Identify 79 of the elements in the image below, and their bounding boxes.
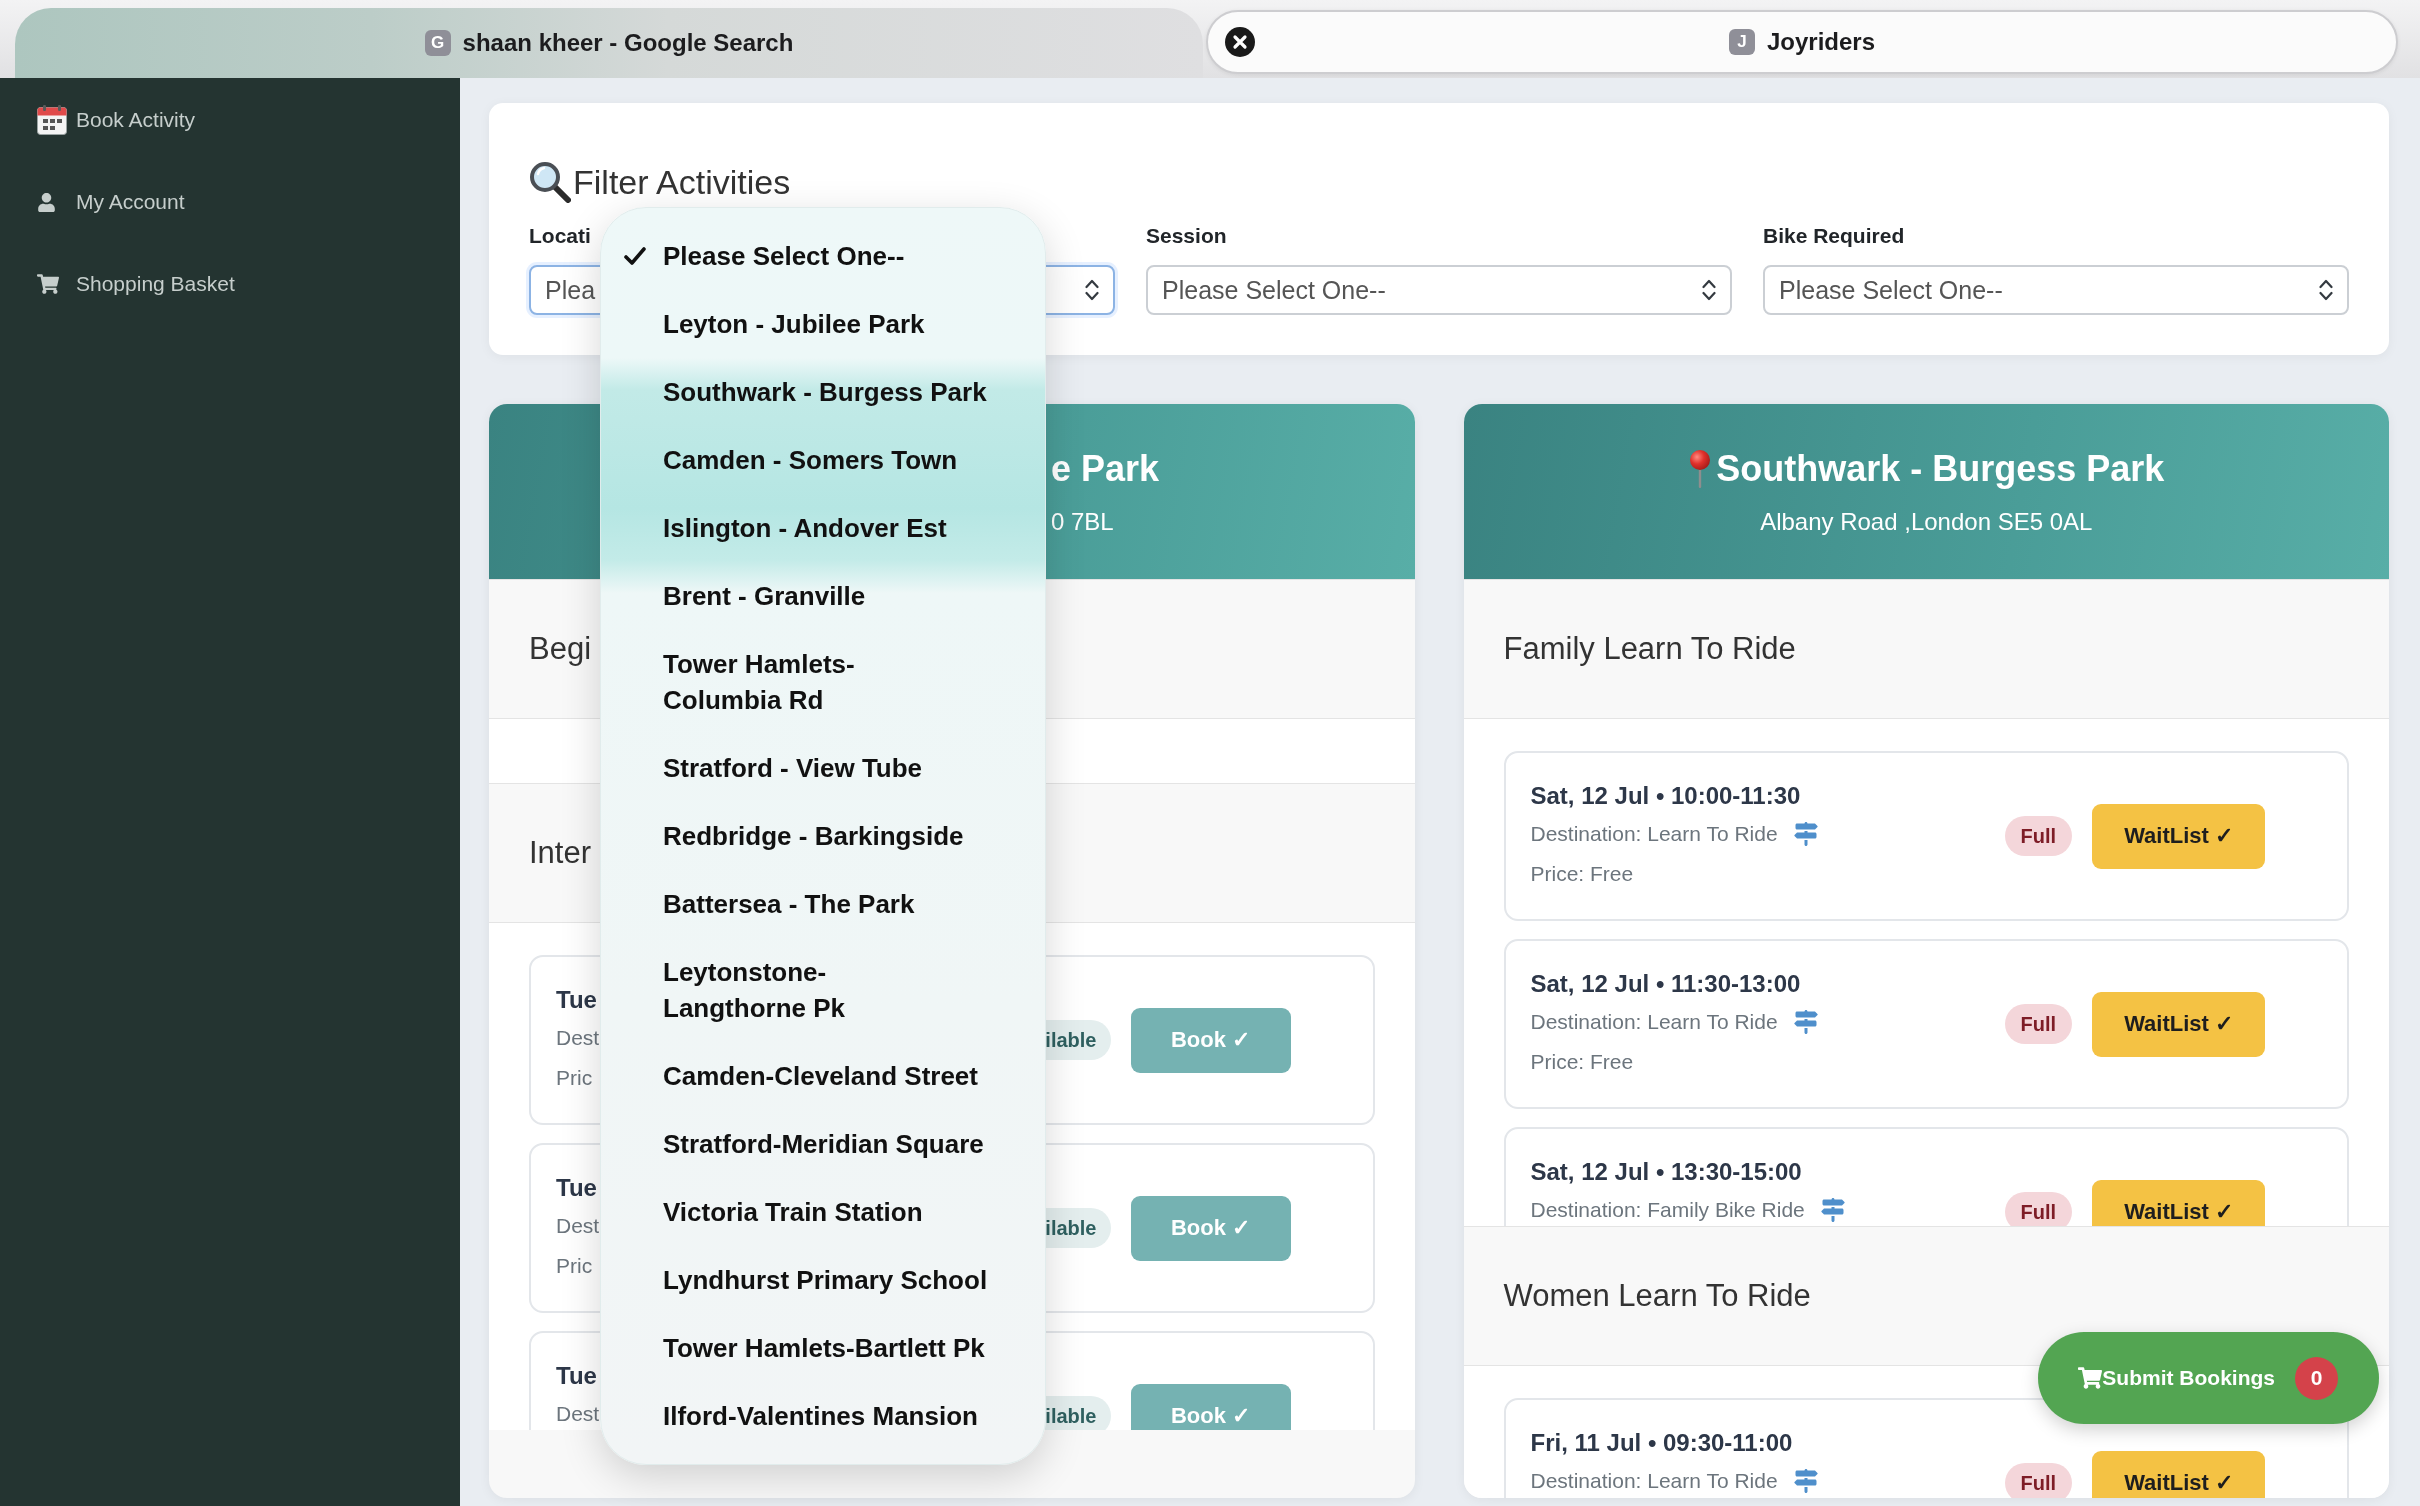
- menu-option[interactable]: Battersea - The Park: [601, 870, 1045, 938]
- user-icon: [37, 192, 56, 212]
- chevron-updown-icon: [1085, 279, 1099, 301]
- menu-option[interactable]: Southwark - Burgess Park: [601, 358, 1045, 426]
- status-tag: Full: [2004, 1004, 2073, 1044]
- session-date: Sat, 12 Jul • 13:30-15:00: [1530, 1157, 1802, 1187]
- menu-option[interactable]: Camden - Somers Town: [601, 426, 1045, 494]
- browser-tab[interactable]: J Joyriders: [1206, 10, 2398, 74]
- menu-option[interactable]: Lyndhurst Primary School: [601, 1246, 1045, 1314]
- session-destination: Destination: Learn To Ride: [1530, 821, 1778, 847]
- sidebar-item[interactable]: Book Activity: [37, 100, 196, 140]
- menu-option[interactable]: Stratford-Meridian Square: [601, 1110, 1045, 1178]
- signpost-icon: [1793, 822, 1818, 846]
- session-destination: Destination: Family Bike Ride: [1530, 1197, 1805, 1223]
- location-address: Albany Road ,London SE5 0AL: [1760, 506, 2093, 537]
- close-icon: [1225, 27, 1255, 57]
- field-label: Locati: [529, 224, 591, 248]
- waitlist-button[interactable]: WaitList ✓: [2092, 1179, 2265, 1226]
- location-address: 0 7BL: [1051, 506, 1114, 537]
- session-destination: Dest: [556, 1401, 600, 1427]
- status-tag: Full: [2004, 1463, 2073, 1498]
- location-title: Southwark - Burgess Park: [1716, 446, 2165, 491]
- select-dropdown[interactable]: Please Select One--: [1763, 265, 2349, 315]
- calendar-icon: [37, 105, 67, 135]
- status-tag: Full: [2004, 1192, 2073, 1226]
- favicon: G: [424, 30, 451, 56]
- session-destination: Destination: Learn To Ride: [1530, 1009, 1778, 1035]
- waitlist-button[interactable]: WaitList ✓: [2092, 1450, 2265, 1498]
- menu-option[interactable]: Tower Hamlets-Bartlett Pk: [601, 1314, 1045, 1382]
- cart-icon: [2078, 1366, 2103, 1390]
- section-title: Women Learn To Ride: [1503, 1278, 1811, 1314]
- select-dropdown[interactable]: Please Select One--: [1146, 265, 1732, 315]
- waitlist-button[interactable]: WaitList ✓: [2092, 803, 2265, 869]
- session-price: Pric: [556, 1065, 593, 1091]
- count-badge: 0: [2295, 1356, 2338, 1400]
- location-title: e Park: [1051, 446, 1160, 491]
- menu-option[interactable]: Stratford - View Tube: [601, 734, 1045, 802]
- check-icon: [624, 246, 646, 266]
- menu-option[interactable]: Tower Hamlets- Columbia Rd: [601, 630, 1045, 734]
- session-price: Price: Free: [1530, 861, 1634, 887]
- favicon: J: [1728, 29, 1755, 55]
- session-date: Tue: [556, 1173, 597, 1203]
- menu-option[interactable]: Islington - Andover Est: [601, 494, 1045, 562]
- signpost-icon: [1820, 1198, 1845, 1222]
- chevron-updown-icon: [2319, 279, 2333, 301]
- waitlist-button[interactable]: WaitList ✓: [2092, 991, 2265, 1057]
- submit-bookings-button[interactable]: Submit Bookings 0: [2038, 1332, 2379, 1424]
- status-tag: Full: [2004, 816, 2073, 856]
- cart-icon: [37, 273, 59, 295]
- search-icon: [529, 161, 571, 203]
- session-date: Sat, 12 Jul • 10:00-11:30: [1530, 781, 1801, 811]
- session-destination: Dest: [556, 1213, 600, 1239]
- chevron-updown-icon: [1702, 279, 1716, 301]
- section-title: Family Learn To Ride: [1503, 631, 1796, 667]
- section-title: Inter: [529, 835, 592, 871]
- signpost-icon: [1793, 1469, 1818, 1493]
- sidebar-item[interactable]: Shopping Basket: [37, 264, 235, 304]
- session-price: Price: Free: [1530, 1049, 1634, 1075]
- menu-option[interactable]: Brent - Granville: [601, 562, 1045, 630]
- session-price: Pric: [556, 1253, 593, 1279]
- menu-option[interactable]: Please Select One--: [601, 222, 1045, 290]
- section-title: Begi: [529, 631, 592, 667]
- session-destination: Dest: [556, 1025, 600, 1051]
- select-value: Plea: [545, 275, 596, 305]
- close-tab-button[interactable]: [1225, 27, 1255, 57]
- sidebar-item[interactable]: My Account: [37, 182, 185, 222]
- field-label: Session: [1146, 224, 1227, 248]
- session-date: Sat, 12 Jul • 11:30-13:00: [1530, 969, 1801, 999]
- filter-title: Filter Activities: [573, 162, 791, 203]
- browser-tab[interactable]: G shaan kheer - Google Search: [15, 8, 1203, 78]
- session-destination: Destination: Learn To Ride: [1530, 1468, 1778, 1494]
- session-date: Tue: [556, 985, 597, 1015]
- menu-option[interactable]: Redbridge - Barkingside: [601, 802, 1045, 870]
- session-date: Tue: [556, 1361, 597, 1391]
- field-label: Bike Required: [1763, 224, 1905, 248]
- pin-icon: [1688, 449, 1713, 488]
- session-date: Fri, 11 Jul • 09:30-11:00: [1530, 1428, 1793, 1458]
- signpost-icon: [1793, 1010, 1818, 1034]
- menu-option[interactable]: Leyton - Jubilee Park: [601, 290, 1045, 358]
